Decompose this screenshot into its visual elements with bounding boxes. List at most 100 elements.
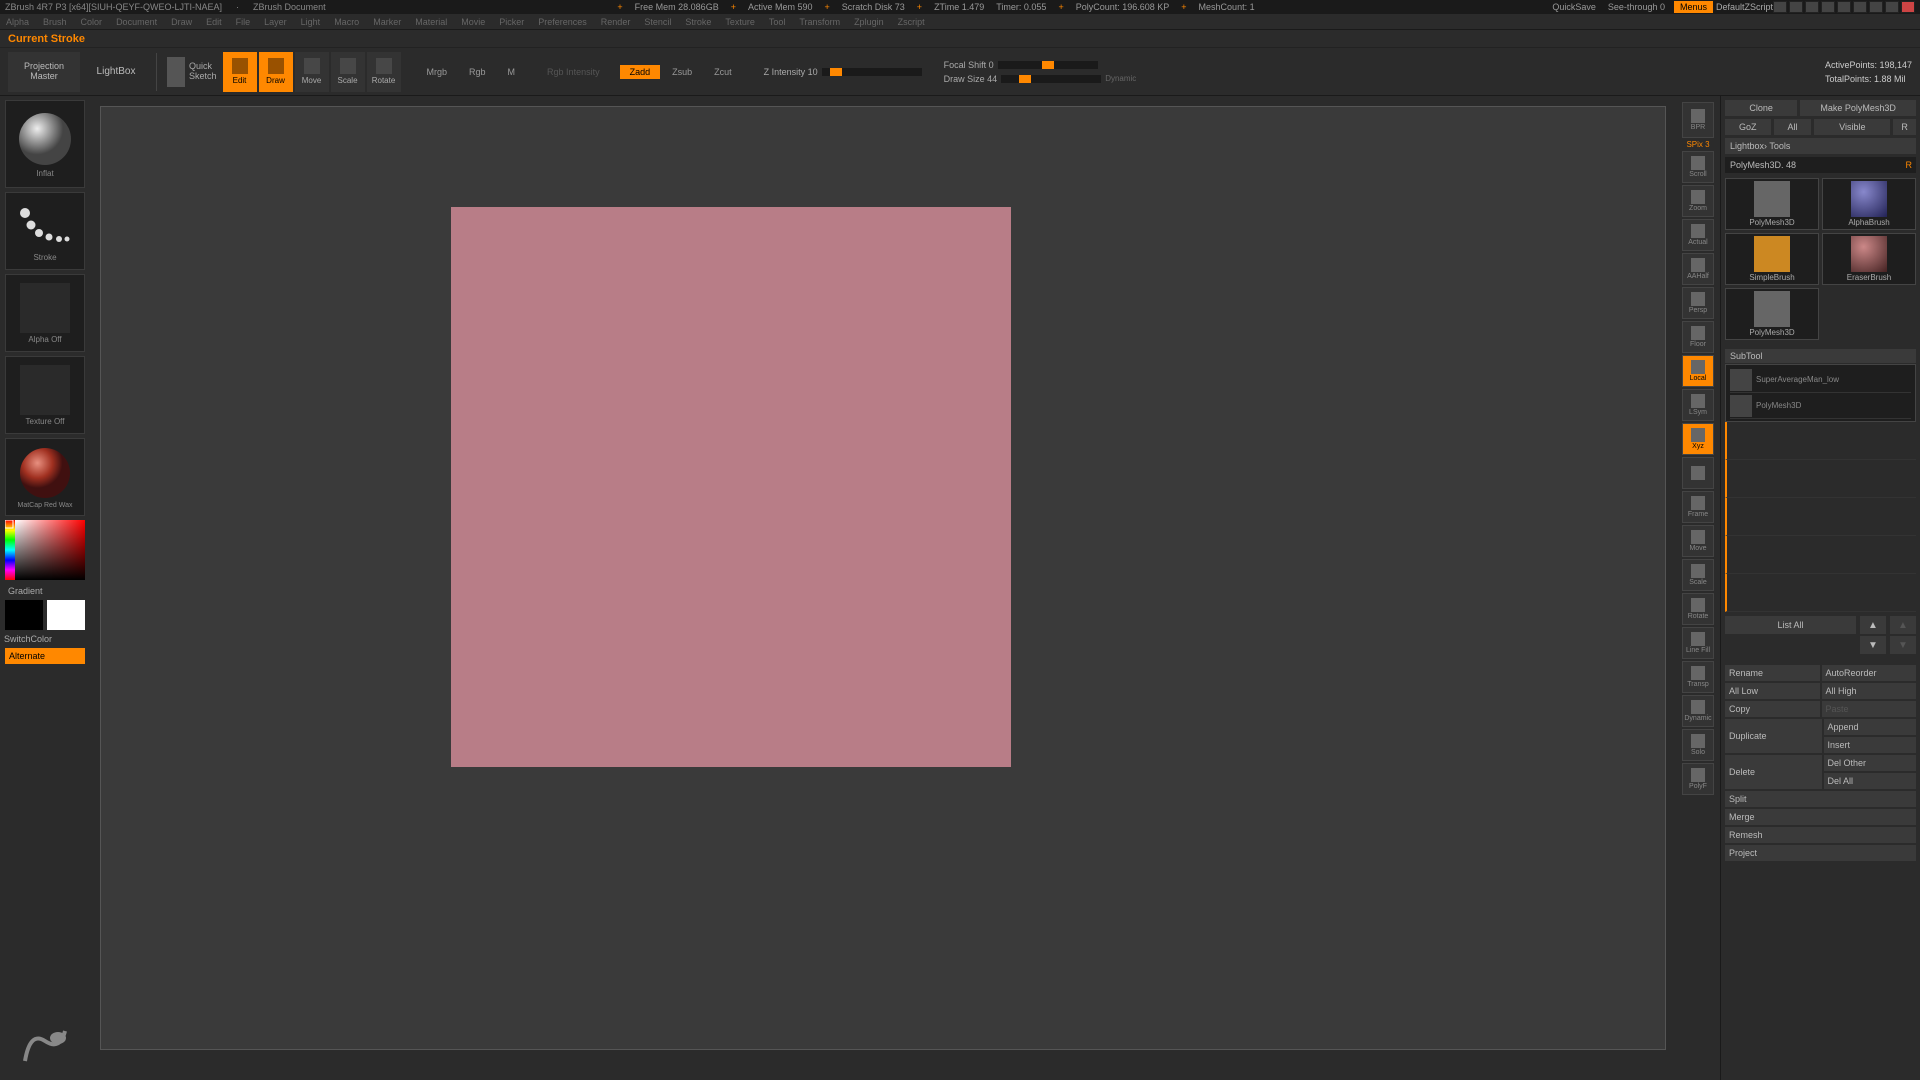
floor-button[interactable]: Floor bbox=[1682, 321, 1714, 353]
rotate-tool[interactable]: Rotate bbox=[367, 52, 401, 92]
subtool-empty-slot[interactable] bbox=[1725, 536, 1916, 574]
window-icon-1[interactable] bbox=[1773, 1, 1787, 13]
gradient-label[interactable]: Gradient bbox=[8, 586, 43, 596]
rotate-nav-button[interactable]: Rotate bbox=[1682, 593, 1714, 625]
zcut-mode[interactable]: Zcut bbox=[704, 65, 742, 79]
window-icon-2[interactable] bbox=[1789, 1, 1803, 13]
menu-brush[interactable]: Brush bbox=[43, 17, 67, 27]
material-slot[interactable]: MatCap Red Wax bbox=[5, 438, 85, 516]
m-mode[interactable]: M bbox=[498, 65, 526, 79]
projection-master-button[interactable]: ProjectionMaster bbox=[8, 52, 80, 92]
alternate-button[interactable]: Alternate bbox=[5, 648, 85, 664]
minimize-icon[interactable] bbox=[1869, 1, 1883, 13]
split-section[interactable]: Split bbox=[1725, 791, 1916, 807]
goz-visible-button[interactable]: Visible bbox=[1814, 119, 1890, 135]
all-low-button[interactable]: All Low bbox=[1725, 683, 1820, 699]
subtool-header[interactable]: SubTool bbox=[1725, 349, 1916, 363]
move-up-icon[interactable]: ▲ bbox=[1860, 616, 1886, 634]
solo-button[interactable]: Solo bbox=[1682, 729, 1714, 761]
move-tool[interactable]: Move bbox=[295, 52, 329, 92]
rename-button[interactable]: Rename bbox=[1725, 665, 1820, 681]
window-icon-4[interactable] bbox=[1821, 1, 1835, 13]
viewport[interactable] bbox=[100, 106, 1666, 1050]
z-intensity-slider[interactable]: Z Intensity 10 bbox=[764, 67, 922, 77]
transp-button[interactable]: Transp bbox=[1682, 661, 1714, 693]
move-down-icon[interactable]: ▼ bbox=[1860, 636, 1886, 654]
xpose-button[interactable] bbox=[1682, 457, 1714, 489]
tool-eraserbrush[interactable]: EraserBrush bbox=[1822, 233, 1916, 285]
window-icon-5[interactable] bbox=[1837, 1, 1851, 13]
scroll-button[interactable]: Scroll bbox=[1682, 151, 1714, 183]
default-script[interactable]: DefaultZScript bbox=[1716, 2, 1773, 12]
switch-color-button[interactable]: SwitchColor bbox=[4, 634, 52, 644]
maximize-icon[interactable] bbox=[1885, 1, 1899, 13]
append-button[interactable]: Append bbox=[1824, 719, 1917, 735]
document-plane[interactable] bbox=[451, 207, 1011, 767]
menu-marker[interactable]: Marker bbox=[373, 17, 401, 27]
rgb-intensity-slider[interactable]: Rgb Intensity bbox=[547, 67, 600, 77]
spix-label[interactable]: SPix 3 bbox=[1686, 140, 1709, 149]
menu-preferences[interactable]: Preferences bbox=[538, 17, 587, 27]
draw-size-slider[interactable]: Draw Size 44 Dynamic bbox=[944, 74, 1137, 84]
stroke-slot[interactable]: Stroke bbox=[5, 192, 85, 270]
subtool-item-2[interactable]: PolyMesh3D bbox=[1730, 393, 1911, 419]
frame-button[interactable]: Frame bbox=[1682, 491, 1714, 523]
menu-file[interactable]: File bbox=[236, 17, 251, 27]
menu-material[interactable]: Material bbox=[415, 17, 447, 27]
zoom-button[interactable]: Zoom bbox=[1682, 185, 1714, 217]
xyz-button[interactable]: Xyz bbox=[1682, 423, 1714, 455]
subtool-list[interactable]: SuperAverageMan_low PolyMesh3D bbox=[1725, 364, 1916, 422]
alpha-slot[interactable]: Alpha Off bbox=[5, 274, 85, 352]
menu-texture[interactable]: Texture bbox=[725, 17, 755, 27]
subtool-empty-slot[interactable] bbox=[1725, 498, 1916, 536]
tool-alphabrush[interactable]: AlphaBrush bbox=[1822, 178, 1916, 230]
move-down-all-icon[interactable]: ▼ bbox=[1890, 636, 1916, 654]
autoreorder-button[interactable]: AutoReorder bbox=[1822, 665, 1917, 681]
clone-button[interactable]: Clone bbox=[1725, 100, 1797, 116]
persp-button[interactable]: Persp bbox=[1682, 287, 1714, 319]
make-polymesh-button[interactable]: Make PolyMesh3D bbox=[1800, 100, 1916, 116]
menu-transform[interactable]: Transform bbox=[799, 17, 840, 27]
black-swatch[interactable] bbox=[5, 600, 43, 630]
list-all-button[interactable]: List All bbox=[1725, 616, 1856, 634]
window-icon-3[interactable] bbox=[1805, 1, 1819, 13]
menu-color[interactable]: Color bbox=[81, 17, 103, 27]
move-nav-button[interactable]: Move bbox=[1682, 525, 1714, 557]
del-other-button[interactable]: Del Other bbox=[1824, 755, 1917, 771]
menu-draw[interactable]: Draw bbox=[171, 17, 192, 27]
scale-nav-button[interactable]: Scale bbox=[1682, 559, 1714, 591]
menu-zplugin[interactable]: Zplugin bbox=[854, 17, 884, 27]
mrgb-mode[interactable]: Mrgb bbox=[417, 65, 458, 79]
edit-tool[interactable]: Edit bbox=[223, 52, 257, 92]
duplicate-button[interactable]: Duplicate bbox=[1725, 719, 1822, 753]
menu-document[interactable]: Document bbox=[116, 17, 157, 27]
zsub-mode[interactable]: Zsub bbox=[662, 65, 702, 79]
subtool-item-1[interactable]: SuperAverageMan_low bbox=[1730, 367, 1911, 393]
white-swatch[interactable] bbox=[47, 600, 85, 630]
zadd-mode[interactable]: Zadd bbox=[620, 65, 661, 79]
menu-stencil[interactable]: Stencil bbox=[644, 17, 671, 27]
scale-tool[interactable]: Scale bbox=[331, 52, 365, 92]
bw-swatches[interactable] bbox=[5, 600, 85, 630]
del-all-button[interactable]: Del All bbox=[1824, 773, 1917, 789]
color-picker[interactable] bbox=[5, 520, 85, 580]
dynamic-button[interactable]: Dynamic bbox=[1682, 695, 1714, 727]
menus-toggle[interactable]: Menus bbox=[1674, 1, 1713, 13]
local-button[interactable]: Local bbox=[1682, 355, 1714, 387]
lsym-button[interactable]: LSym bbox=[1682, 389, 1714, 421]
tool-simplebrush[interactable]: SimpleBrush bbox=[1725, 233, 1819, 285]
menu-alpha[interactable]: Alpha bbox=[6, 17, 29, 27]
all-high-button[interactable]: All High bbox=[1822, 683, 1917, 699]
subtool-empty-slot[interactable] bbox=[1725, 460, 1916, 498]
quicksave-button[interactable]: QuickSave bbox=[1552, 2, 1596, 12]
menu-macro[interactable]: Macro bbox=[334, 17, 359, 27]
brush-slot[interactable]: Inflat bbox=[5, 100, 85, 188]
merge-section[interactable]: Merge bbox=[1725, 809, 1916, 825]
menu-picker[interactable]: Picker bbox=[499, 17, 524, 27]
menu-render[interactable]: Render bbox=[601, 17, 631, 27]
copy-button[interactable]: Copy bbox=[1725, 701, 1820, 717]
goz-all-button[interactable]: All bbox=[1774, 119, 1812, 135]
linefill-button[interactable]: Line Fill bbox=[1682, 627, 1714, 659]
tool-polymesh3d[interactable]: PolyMesh3D bbox=[1725, 178, 1819, 230]
subtool-empty-slot[interactable] bbox=[1725, 422, 1916, 460]
